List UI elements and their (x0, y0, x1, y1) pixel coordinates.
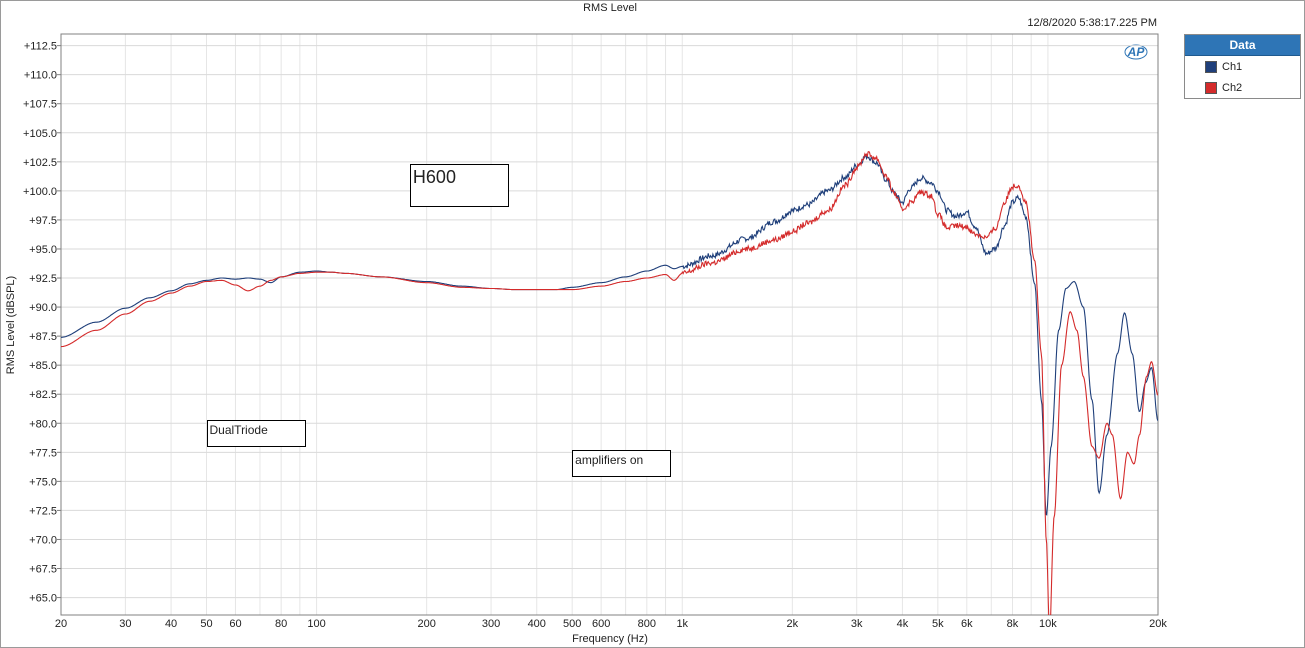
y-tick-label: +95.0 (29, 244, 57, 256)
y-tick-label: +75.0 (29, 476, 57, 488)
legend-label-ch2: Ch2 (1222, 81, 1243, 94)
annotation-box[interactable]: amplifiers on (572, 450, 672, 478)
y-tick-label: +77.5 (29, 447, 57, 459)
y-tick-label: +107.5 (23, 99, 57, 111)
x-tick-label: 400 (528, 618, 546, 630)
x-tick-label: 6k (961, 618, 973, 630)
chart-timestamp: 12/8/2020 5:38:17.225 PM (1027, 17, 1157, 29)
annotation-box[interactable]: DualTriode (206, 419, 306, 447)
y-tick-label: +92.5 (29, 273, 57, 285)
legend-title: Data (1185, 35, 1300, 56)
y-tick-label: +112.5 (24, 41, 57, 53)
y-tick-label: +105.0 (23, 128, 57, 140)
y-tick-label: +97.5 (29, 215, 57, 227)
legend[interactable]: Data Ch1 Ch2 (1184, 34, 1301, 99)
x-tick-label: 1k (676, 618, 688, 630)
x-tick-label: 60 (229, 618, 241, 630)
x-tick-label: 20k (1149, 618, 1167, 630)
y-tick-label: +87.5 (29, 331, 57, 343)
x-tick-label: 10k (1039, 618, 1057, 630)
ap-logo-icon: AP (1127, 45, 1146, 59)
rms-level-chart: RMS Level 12/8/2020 5:38:17.225 PM AP 20… (5, 2, 1167, 645)
x-tick-label: 30 (119, 618, 131, 630)
x-tick-label: 8k (1007, 618, 1019, 630)
x-tick-label: 100 (307, 618, 325, 630)
x-tick-label: 50 (200, 618, 212, 630)
x-tick-label: 3k (851, 618, 863, 630)
x-tick-label: 80 (275, 618, 287, 630)
y-tick-label: +65.0 (29, 593, 57, 605)
series-lines (61, 150, 1158, 615)
ch2-swatch (1205, 81, 1217, 94)
legend-item-ch2[interactable]: Ch2 (1185, 77, 1300, 98)
y-tick-label: +67.5 (29, 564, 57, 576)
y-tick-label: +110.0 (24, 70, 57, 82)
x-tick-label: 5k (932, 618, 944, 630)
x-tick-label: 2k (787, 618, 799, 630)
legend-item-ch1[interactable]: Ch1 (1185, 56, 1300, 77)
y-tick-label: +72.5 (29, 505, 57, 517)
y-tick-label: +70.0 (29, 534, 57, 546)
y-axis-ticks: +112.5 +110.0 +107.5 +105.0 +102.5 +100.0 +97.… (23, 41, 61, 605)
y-tick-label: +85.0 (29, 360, 57, 372)
plot-area (60, 33, 1159, 616)
x-axis-ticks: 20 30 40 50 60 80 100 200 300 400 500 600 800 1k 2k 3k 4… (55, 618, 1167, 630)
grid (60, 34, 1159, 615)
x-tick-label: 800 (638, 618, 656, 630)
chart-title: RMS Level (583, 2, 637, 14)
x-tick-label: 4k (897, 618, 909, 630)
y-axis-title: RMS Level (dBSPL) (5, 276, 17, 374)
x-axis-title: Frequency (Hz) (572, 633, 648, 645)
series-line-ch2 (61, 150, 1158, 615)
x-tick-label: 200 (417, 618, 435, 630)
x-tick-label: 600 (592, 618, 610, 630)
ch1-swatch (1205, 60, 1217, 73)
y-tick-label: +90.0 (29, 302, 57, 314)
y-tick-label: +80.0 (29, 418, 57, 430)
x-tick-label: 500 (563, 618, 581, 630)
x-tick-label: 40 (165, 618, 177, 630)
y-tick-label: +82.5 (29, 389, 57, 401)
x-tick-label: 20 (55, 618, 67, 630)
y-tick-label: +100.0 (23, 186, 57, 198)
annotation-box[interactable]: H600 (409, 164, 509, 208)
legend-label-ch1: Ch1 (1222, 60, 1243, 73)
y-tick-label: +102.5 (23, 157, 57, 169)
x-tick-label: 300 (482, 618, 500, 630)
